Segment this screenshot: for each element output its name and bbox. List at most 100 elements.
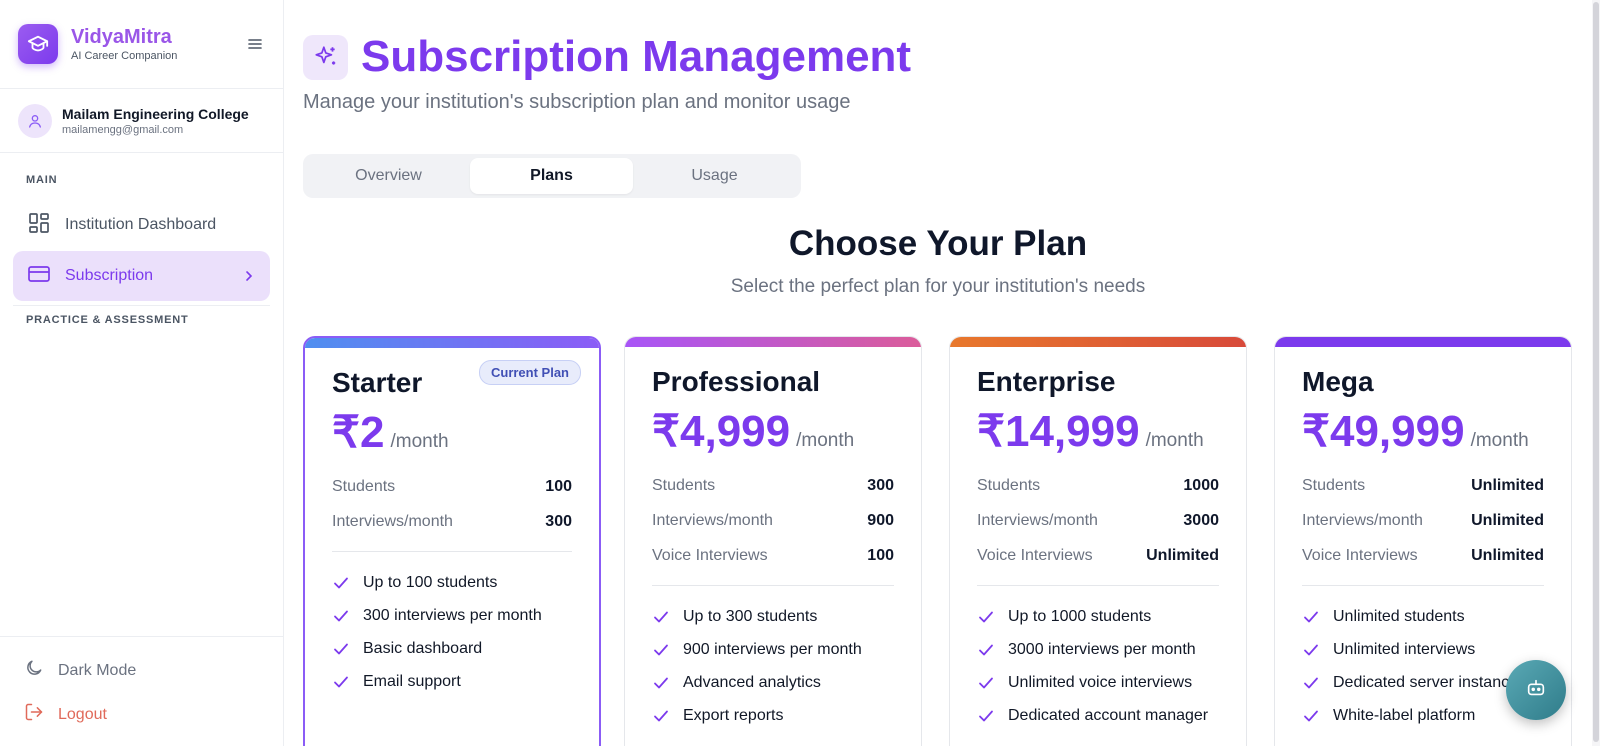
tab-usage[interactable]: Usage [633, 158, 796, 194]
plan-price: ₹2 [332, 408, 385, 457]
stat-label: Interviews/month [332, 512, 453, 530]
plan-period: /month [796, 430, 855, 451]
sidebar-item-institution-dashboard[interactable]: Institution Dashboard [13, 200, 270, 250]
plan-stat-row: Interviews/month 300 [332, 504, 572, 539]
sidebar-item-subscription[interactable]: Subscription [13, 251, 270, 301]
dark-mode-label: Dark Mode [58, 661, 137, 679]
feature-item: Dedicated account manager [977, 699, 1219, 732]
plan-price: ₹49,999 [1302, 407, 1465, 456]
feature-text: Unlimited voice interviews [1008, 673, 1193, 691]
dashboard-grid-icon [27, 211, 51, 240]
tab-overview[interactable]: Overview [307, 158, 470, 194]
feature-text: Up to 100 students [363, 573, 498, 591]
check-icon [334, 610, 348, 621]
page-title: Subscription Management [361, 32, 912, 81]
check-icon [654, 611, 668, 622]
plan-stat-row: Interviews/month 900 [652, 503, 894, 538]
ai-assistant-button[interactable] [1506, 660, 1566, 720]
institution-email: mailamengg@gmail.com [62, 123, 184, 136]
stat-label: Voice Interviews [977, 546, 1093, 564]
plan-card-starter[interactable]: Current Plan Starter ₹2 /month Students 1… [303, 336, 601, 746]
nav-section-main: MAIN [26, 174, 58, 186]
check-icon [979, 644, 993, 655]
credit-card-icon [27, 262, 51, 291]
sidebar-bottom-divider [0, 636, 283, 637]
plan-stat-row: Students Unlimited [1302, 468, 1544, 503]
feature-item: 300 interviews per month [332, 599, 572, 632]
check-icon [654, 677, 668, 688]
logout-label: Logout [58, 705, 107, 723]
stat-value: 100 [867, 546, 894, 564]
feature-item: White-label platform [1302, 699, 1544, 732]
plan-stat-row: Students 100 [332, 469, 572, 504]
brand-name: VidyaMitra [71, 26, 172, 48]
plan-name: Mega [1302, 366, 1374, 397]
feature-item: Up to 100 students [332, 566, 572, 599]
sparkles-icon [303, 34, 348, 80]
stat-label: Students [1302, 476, 1366, 494]
moon-icon [24, 658, 44, 683]
plans-heading: Choose Your Plan [788, 224, 1088, 263]
tab-bar: Overview Plans Usage [303, 154, 801, 198]
plan-stat-row: Voice Interviews Unlimited [1302, 538, 1544, 573]
plan-period: /month [1145, 430, 1204, 451]
plan-stat-row: Voice Interviews 100 [652, 538, 894, 573]
page-subtitle: Manage your institution's subscription p… [303, 91, 851, 113]
plan-period: /month [1470, 430, 1529, 451]
stat-label: Interviews/month [652, 511, 773, 529]
check-icon [654, 644, 668, 655]
current-plan-badge: Current Plan [478, 360, 581, 385]
stat-label: Voice Interviews [1302, 546, 1418, 564]
plan-price: ₹14,999 [977, 407, 1140, 456]
plan-divider [1302, 585, 1544, 586]
check-icon [979, 677, 993, 688]
stat-label: Interviews/month [977, 511, 1098, 529]
feature-text: Up to 300 students [683, 607, 818, 625]
feature-text: Unlimited students [1333, 607, 1465, 625]
main-content: Subscription Management Manage your inst… [284, 0, 1600, 746]
check-icon [334, 676, 348, 687]
brand-tagline: AI Career Companion [71, 50, 178, 62]
check-icon [979, 611, 993, 622]
check-icon [1304, 710, 1318, 721]
stat-value: Unlimited [1471, 476, 1544, 494]
dark-mode-toggle[interactable]: Dark Mode [24, 658, 136, 683]
plan-price: ₹4,999 [652, 407, 791, 456]
feature-item: Advanced analytics [652, 666, 894, 699]
plan-name: Enterprise [977, 366, 1116, 397]
logout-button[interactable]: Logout [24, 702, 107, 727]
plans-subheading: Select the perfect plan for your institu… [730, 276, 1146, 297]
feature-item: Unlimited interviews [1302, 633, 1544, 666]
stat-value: Unlimited [1471, 511, 1544, 529]
plan-divider [977, 585, 1219, 586]
check-icon [1304, 644, 1318, 655]
page-scrollbar[interactable] [1592, 0, 1600, 746]
stat-label: Students [977, 476, 1041, 494]
menu-icon[interactable] [245, 34, 265, 54]
plan-card-enterprise[interactable]: Enterprise ₹14,999 /month Students 1000 I… [949, 336, 1247, 746]
stat-label: Students [652, 476, 716, 494]
feature-text: Up to 1000 students [1008, 607, 1152, 625]
logout-icon [24, 702, 44, 727]
check-icon [979, 710, 993, 721]
check-icon [334, 577, 348, 588]
plan-accent-bar [305, 338, 599, 348]
plan-card-professional[interactable]: Professional ₹4,999 /month Students 300 I… [624, 336, 922, 746]
feature-text: White-label platform [1333, 706, 1476, 724]
feature-text: 900 interviews per month [683, 640, 862, 658]
plan-accent-bar [625, 337, 921, 347]
stat-value: 3000 [1183, 511, 1219, 529]
feature-text: Advanced analytics [683, 673, 821, 691]
stat-value: Unlimited [1471, 546, 1544, 564]
plan-stat-row: Interviews/month Unlimited [1302, 503, 1544, 538]
feature-item: 3000 interviews per month [977, 633, 1219, 666]
institution-profile: Mailam Engineering College mailamengg@gm… [0, 89, 283, 153]
plan-divider [652, 585, 894, 586]
plan-divider [332, 551, 572, 552]
tab-plans[interactable]: Plans [470, 158, 633, 194]
stat-value: 300 [867, 476, 894, 494]
feature-text: Dedicated server instance [1333, 673, 1518, 691]
plan-stat-row: Voice Interviews Unlimited [977, 538, 1219, 573]
feature-text: Unlimited interviews [1333, 640, 1476, 658]
scrollbar-thumb[interactable] [1593, 2, 1599, 742]
